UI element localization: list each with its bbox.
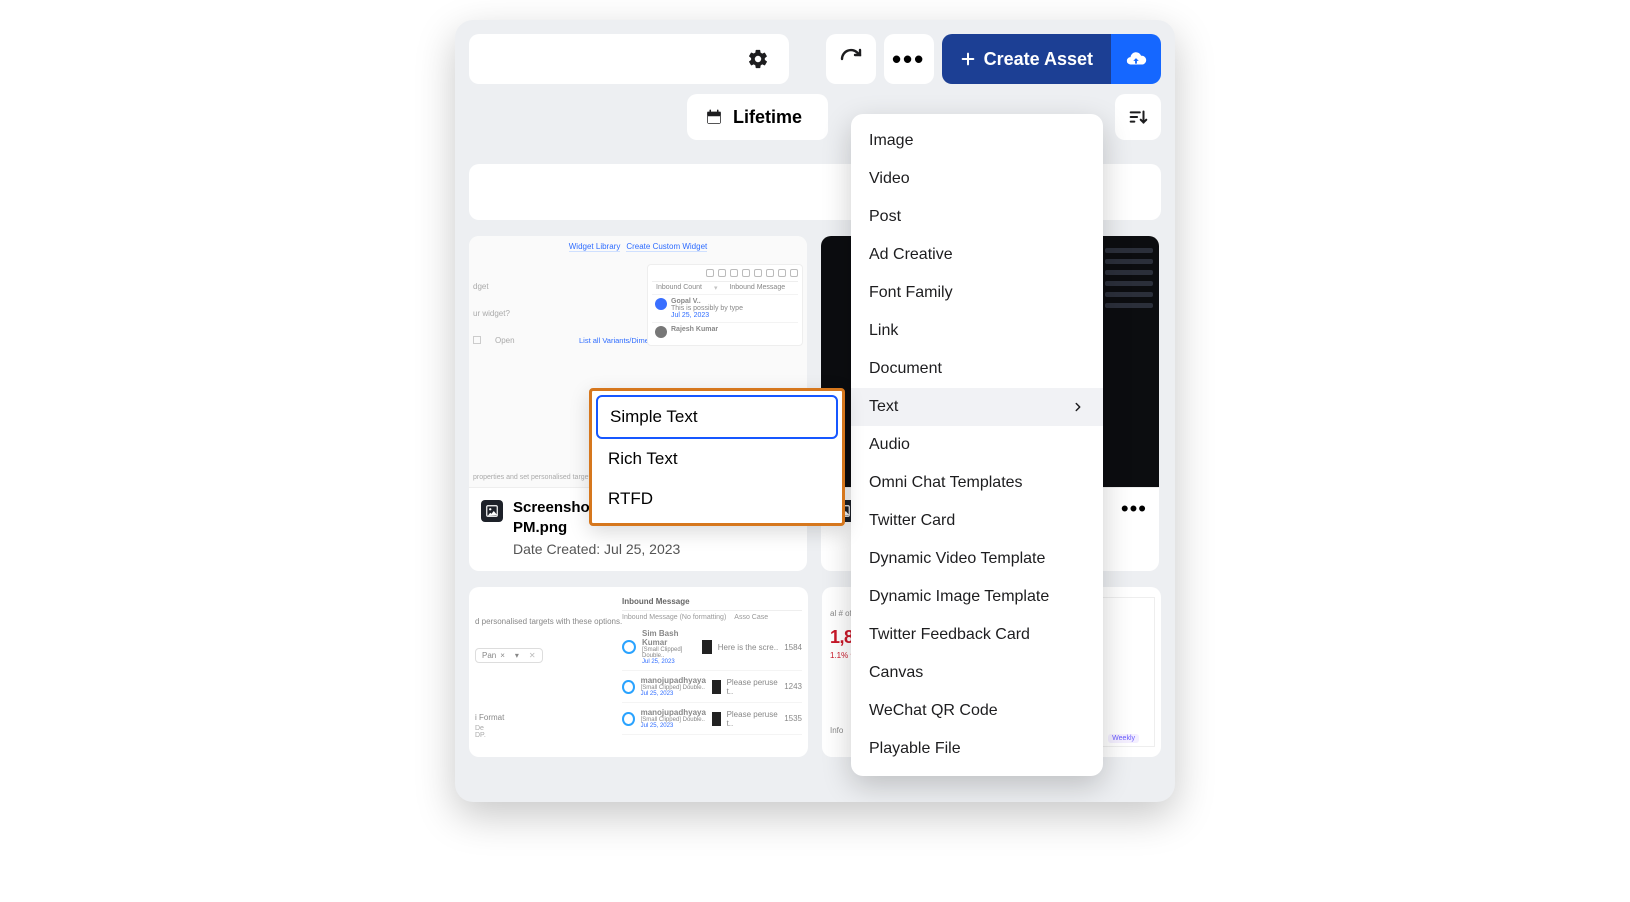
mini-text: manojupadhyaya [641,676,706,685]
mini-text: Jul 25, 2023 [642,659,696,665]
create-menu-item-label: Dynamic Image Template [869,588,1049,606]
calendar-icon [705,108,723,126]
mini-text: manojupadhyaya [641,708,706,717]
create-menu-item[interactable]: Omni Chat Templates [851,464,1103,502]
mini-tab: Widget Library [569,242,621,252]
upload-button[interactable] [1111,34,1161,84]
mini-text: Inbound Message [729,284,785,292]
refresh-button[interactable] [826,34,876,84]
mini-text: Here is the scre.. [718,643,778,652]
mini-text: Info [830,726,843,735]
create-menu-item[interactable]: Dynamic Video Template [851,540,1103,578]
create-menu-item[interactable]: Ad Creative [851,236,1103,274]
create-menu-item-label: Omni Chat Templates [869,474,1023,492]
mini-text: dget [473,282,510,291]
create-menu-item-label: Audio [869,436,910,454]
app-shell: ••• Create Asset [455,20,1175,802]
mini-text: Asso Case [734,614,768,621]
create-menu-item[interactable]: Text [851,388,1103,426]
text-submenu-item[interactable]: Simple Text [596,395,838,439]
create-menu-item[interactable]: WeChat QR Code [851,692,1103,730]
mini-text: i Format [475,713,622,722]
create-menu-item[interactable]: Canvas [851,654,1103,692]
mini-text: 1.1% [830,651,848,660]
create-asset-menu: Image Video Post Ad Creative Font Family Link… [851,114,1103,776]
create-menu-item[interactable]: Twitter Feedback Card [851,616,1103,654]
more-horizontal-icon: ••• [892,44,925,75]
create-menu-item-label: Canvas [869,664,923,682]
date-range-filter[interactable]: Lifetime [687,94,828,140]
toolbar: ••• Create Asset [455,20,1175,94]
create-menu-item-label: Playable File [869,740,961,758]
mini-text: Gopal V.. [671,298,701,305]
text-submenu-item[interactable]: RTFD [596,479,838,519]
create-menu-item-label: Twitter Card [869,512,955,530]
card-more-button[interactable]: ••• [1121,498,1147,520]
toolbar-right: ••• Create Asset [826,34,1161,84]
mini-text: Jul 25, 2023 [641,691,706,697]
create-menu-item[interactable]: Dynamic Image Template [851,578,1103,616]
refresh-icon [839,47,863,71]
mini-tag: Weekly [1108,734,1139,743]
more-button[interactable]: ••• [884,34,934,84]
create-menu-item[interactable]: Playable File [851,730,1103,768]
mini-text: Inbound Message (No formatting) [622,614,726,621]
cloud-upload-icon [1125,48,1147,70]
create-menu-item-label: Video [869,170,910,188]
create-menu-item[interactable]: Font Family [851,274,1103,312]
create-menu-item[interactable]: Document [851,350,1103,388]
mini-text: Rajesh Kumar [671,326,718,333]
mini-text: ur widget? [473,309,510,318]
mini-text: Sim Bash Kumar [642,629,678,647]
mini-text: Inbound Count [656,284,702,292]
create-menu-item-label: Font Family [869,284,953,302]
create-menu-item-label: Text [869,398,898,416]
create-menu-item-label: Document [869,360,942,378]
mini-text: d personalised targets with these option… [475,617,622,626]
create-asset-label: Create Asset [984,49,1093,70]
create-menu-item-label: Twitter Feedback Card [869,626,1030,644]
date-range-label: Lifetime [733,107,802,128]
create-menu-item-label: Post [869,208,901,226]
create-menu-item[interactable]: Audio [851,426,1103,464]
plus-icon [960,51,976,67]
sort-icon [1127,106,1149,128]
create-menu-item-label: Ad Creative [869,246,953,264]
mini-text: Pan [482,651,496,660]
image-type-icon [481,500,503,522]
create-menu-item-label: Dynamic Video Template [869,550,1045,568]
mini-text: Jul 25, 2023 [641,723,706,729]
text-submenu-highlight: Simple TextRich TextRTFD [589,388,845,526]
mini-tab: Create Custom Widget [626,242,707,252]
sort-button[interactable] [1115,94,1161,140]
create-asset-button[interactable]: Create Asset [942,34,1111,84]
asset-subtitle: Date Created: Jul 25, 2023 [513,541,759,557]
mini-text: [Small Clipped] Double.. [642,647,696,659]
chevron-right-icon [1071,400,1085,414]
asset-card[interactable]: d personalised targets with these option… [469,587,808,757]
create-menu-item-label: Link [869,322,898,340]
text-submenu-item[interactable]: Rich Text [596,439,838,479]
gear-icon[interactable] [747,48,769,70]
mini-text: Open [495,336,515,345]
mini-text: Please peruse t.. [727,710,779,728]
create-menu-item[interactable]: Post [851,198,1103,236]
create-menu-item[interactable]: Image [851,122,1103,160]
create-menu-item[interactable]: Link [851,312,1103,350]
mini-text: 1584 [784,643,802,652]
create-asset-split: Create Asset [942,34,1161,84]
settings-well [469,34,789,84]
mini-text: 1535 [784,714,802,723]
text-submenu: Simple TextRich TextRTFD [592,391,842,523]
mini-text: Please peruse t.. [727,678,779,696]
create-menu-item[interactable]: Twitter Card [851,502,1103,540]
create-menu-item[interactable]: Video [851,160,1103,198]
create-menu-item-label: WeChat QR Code [869,702,998,720]
mini-text: Jul 25, 2023 [671,312,743,319]
create-menu-item-label: Image [869,132,913,150]
mini-text: 1243 [784,682,802,691]
mini-text: This is possibly by type [671,305,743,312]
mini-text: Inbound Message [622,597,690,606]
